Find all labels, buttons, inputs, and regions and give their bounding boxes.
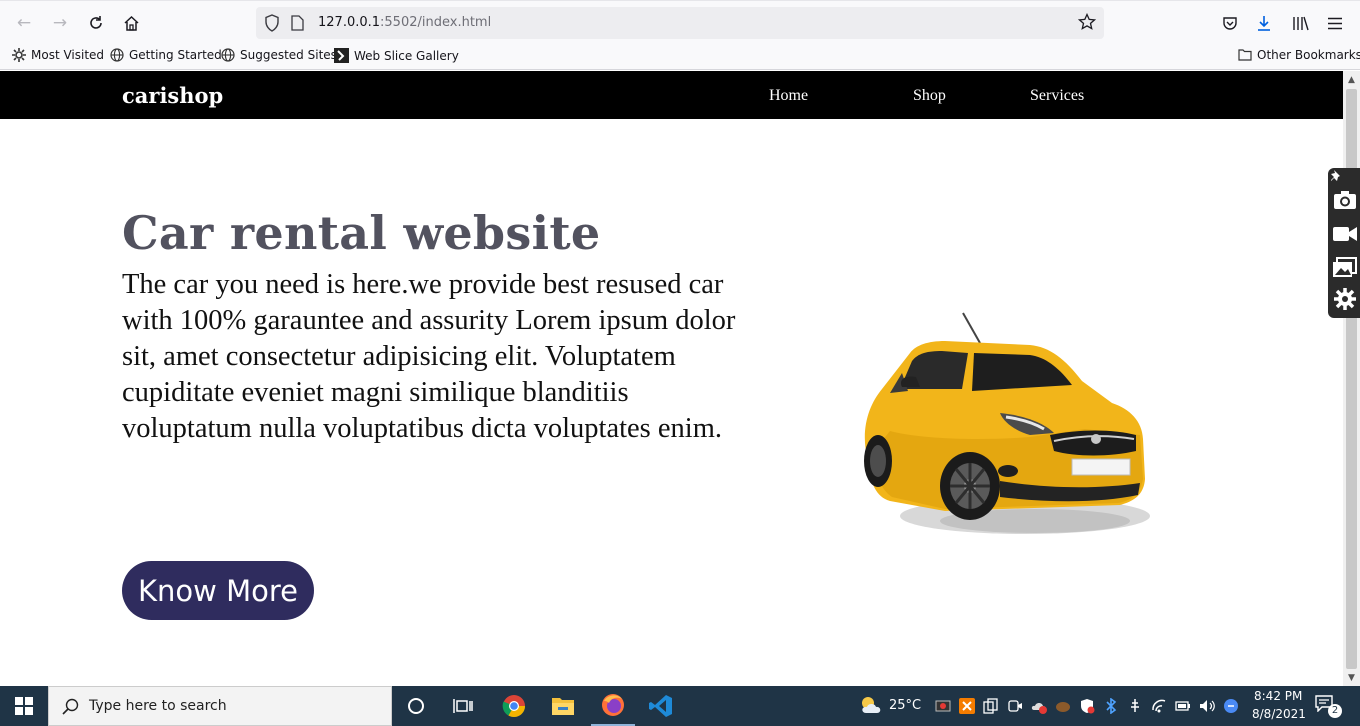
camera-icon[interactable] xyxy=(1332,188,1358,212)
scroll-down-icon[interactable]: ▼ xyxy=(1343,669,1360,686)
browser-toolbar: ← → 127.0.0.1:5502/index.html xyxy=(0,0,1360,44)
url-path: :5502/index.html xyxy=(380,15,492,30)
bookmark-getting-started[interactable]: Getting Started xyxy=(110,48,222,62)
cloud-error-icon[interactable] xyxy=(1031,698,1047,714)
file-explorer-icon[interactable] xyxy=(541,686,585,726)
record-icon[interactable] xyxy=(935,698,951,714)
battery-icon[interactable] xyxy=(1175,698,1191,714)
bookmark-suggested-sites[interactable]: Suggested Sites xyxy=(221,48,337,62)
globe-icon xyxy=(110,48,124,62)
cortana-icon[interactable] xyxy=(394,686,438,726)
bluetooth-icon[interactable] xyxy=(1103,698,1119,714)
weather-icon[interactable] xyxy=(859,695,883,715)
gallery-icon[interactable] xyxy=(1332,255,1358,279)
bookmark-label: Most Visited xyxy=(31,48,105,62)
library-icon[interactable] xyxy=(1286,9,1314,37)
firefox-icon[interactable] xyxy=(591,686,635,726)
bookmark-label: Suggested Sites xyxy=(240,48,337,62)
nav-shop-link[interactable]: Shop xyxy=(913,87,946,105)
url-host: 127.0.0.1 xyxy=(318,15,381,30)
site-brand[interactable]: carishop xyxy=(122,83,223,108)
search-icon xyxy=(62,698,79,715)
pin-icon[interactable] xyxy=(1330,168,1344,182)
clock-date[interactable]: 8/8/2021 xyxy=(1252,707,1306,721)
scroll-up-icon[interactable]: ▲ xyxy=(1343,71,1360,88)
url-text[interactable]: 127.0.0.1:5502/index.html xyxy=(318,15,491,30)
xampp-icon[interactable] xyxy=(959,698,975,714)
vscode-icon[interactable] xyxy=(639,686,683,726)
bookmark-label: Other Bookmarks xyxy=(1257,48,1360,62)
web-slice-icon xyxy=(334,48,349,63)
site-navbar: carishop Home Shop Services xyxy=(0,71,1343,119)
windows-taskbar: Type here to search 25°C 8:42 PM 8/8/202… xyxy=(0,686,1360,726)
bookmark-other[interactable]: Other Bookmarks xyxy=(1238,48,1360,62)
know-more-button[interactable]: Know More xyxy=(122,561,314,620)
pocket-icon[interactable] xyxy=(1216,9,1244,37)
home-icon[interactable] xyxy=(117,9,145,37)
bookmark-label: Web Slice Gallery xyxy=(354,48,459,63)
windows-start-icon[interactable] xyxy=(0,686,48,726)
folder-icon xyxy=(1238,49,1252,61)
copy-icon[interactable] xyxy=(983,698,999,714)
reload-icon[interactable] xyxy=(82,9,110,37)
notifications-button[interactable]: 2 xyxy=(1314,694,1342,718)
taskbar-search-box[interactable]: Type here to search xyxy=(48,686,392,726)
shield-icon[interactable] xyxy=(264,14,280,36)
gear-icon xyxy=(12,48,26,62)
task-view-icon[interactable] xyxy=(441,686,485,726)
back-arrow-icon[interactable]: ← xyxy=(10,9,38,37)
language-icon[interactable] xyxy=(1223,698,1239,714)
page-viewport: carishop Home Shop Services Car rental w… xyxy=(0,71,1343,686)
page-icon xyxy=(291,15,304,35)
hero-title: Car rental website xyxy=(122,206,601,260)
notification-count: 2 xyxy=(1328,704,1342,718)
usb-icon[interactable] xyxy=(1127,698,1143,714)
globe-icon xyxy=(221,48,235,62)
hero-description: The car you need is here.we provide best… xyxy=(122,269,736,444)
star-icon[interactable] xyxy=(1077,12,1097,35)
menu-icon[interactable] xyxy=(1321,9,1349,37)
bookmark-web-slice-gallery[interactable]: Web Slice Gallery xyxy=(334,48,459,63)
download-icon[interactable] xyxy=(1250,9,1278,37)
url-bar[interactable]: 127.0.0.1:5502/index.html xyxy=(256,7,1104,39)
app-tray-icon[interactable] xyxy=(1055,698,1071,714)
bookmark-label: Getting Started xyxy=(129,48,222,62)
page-scrollbar[interactable]: ▲ ▼ xyxy=(1343,71,1360,686)
clock-time[interactable]: 8:42 PM xyxy=(1254,689,1302,703)
nav-services-link[interactable]: Services xyxy=(1030,87,1084,105)
search-placeholder: Type here to search xyxy=(89,698,227,714)
forward-arrow-icon[interactable]: → xyxy=(46,9,74,37)
weather-temperature[interactable]: 25°C xyxy=(889,698,921,713)
volume-icon[interactable] xyxy=(1199,698,1215,714)
meet-icon[interactable] xyxy=(1007,698,1023,714)
chrome-icon[interactable] xyxy=(492,686,536,726)
bookmark-most-visited[interactable]: Most Visited xyxy=(12,48,104,62)
security-icon[interactable] xyxy=(1079,698,1095,714)
car-image xyxy=(864,312,1150,534)
video-icon[interactable] xyxy=(1332,222,1358,246)
settings-icon[interactable] xyxy=(1332,287,1358,311)
wifi-icon[interactable] xyxy=(1151,698,1167,714)
capture-widget xyxy=(1328,168,1360,318)
bookmarks-bar: Most Visited Getting Started Suggested S… xyxy=(0,44,1360,70)
nav-home-link[interactable]: Home xyxy=(769,87,808,105)
